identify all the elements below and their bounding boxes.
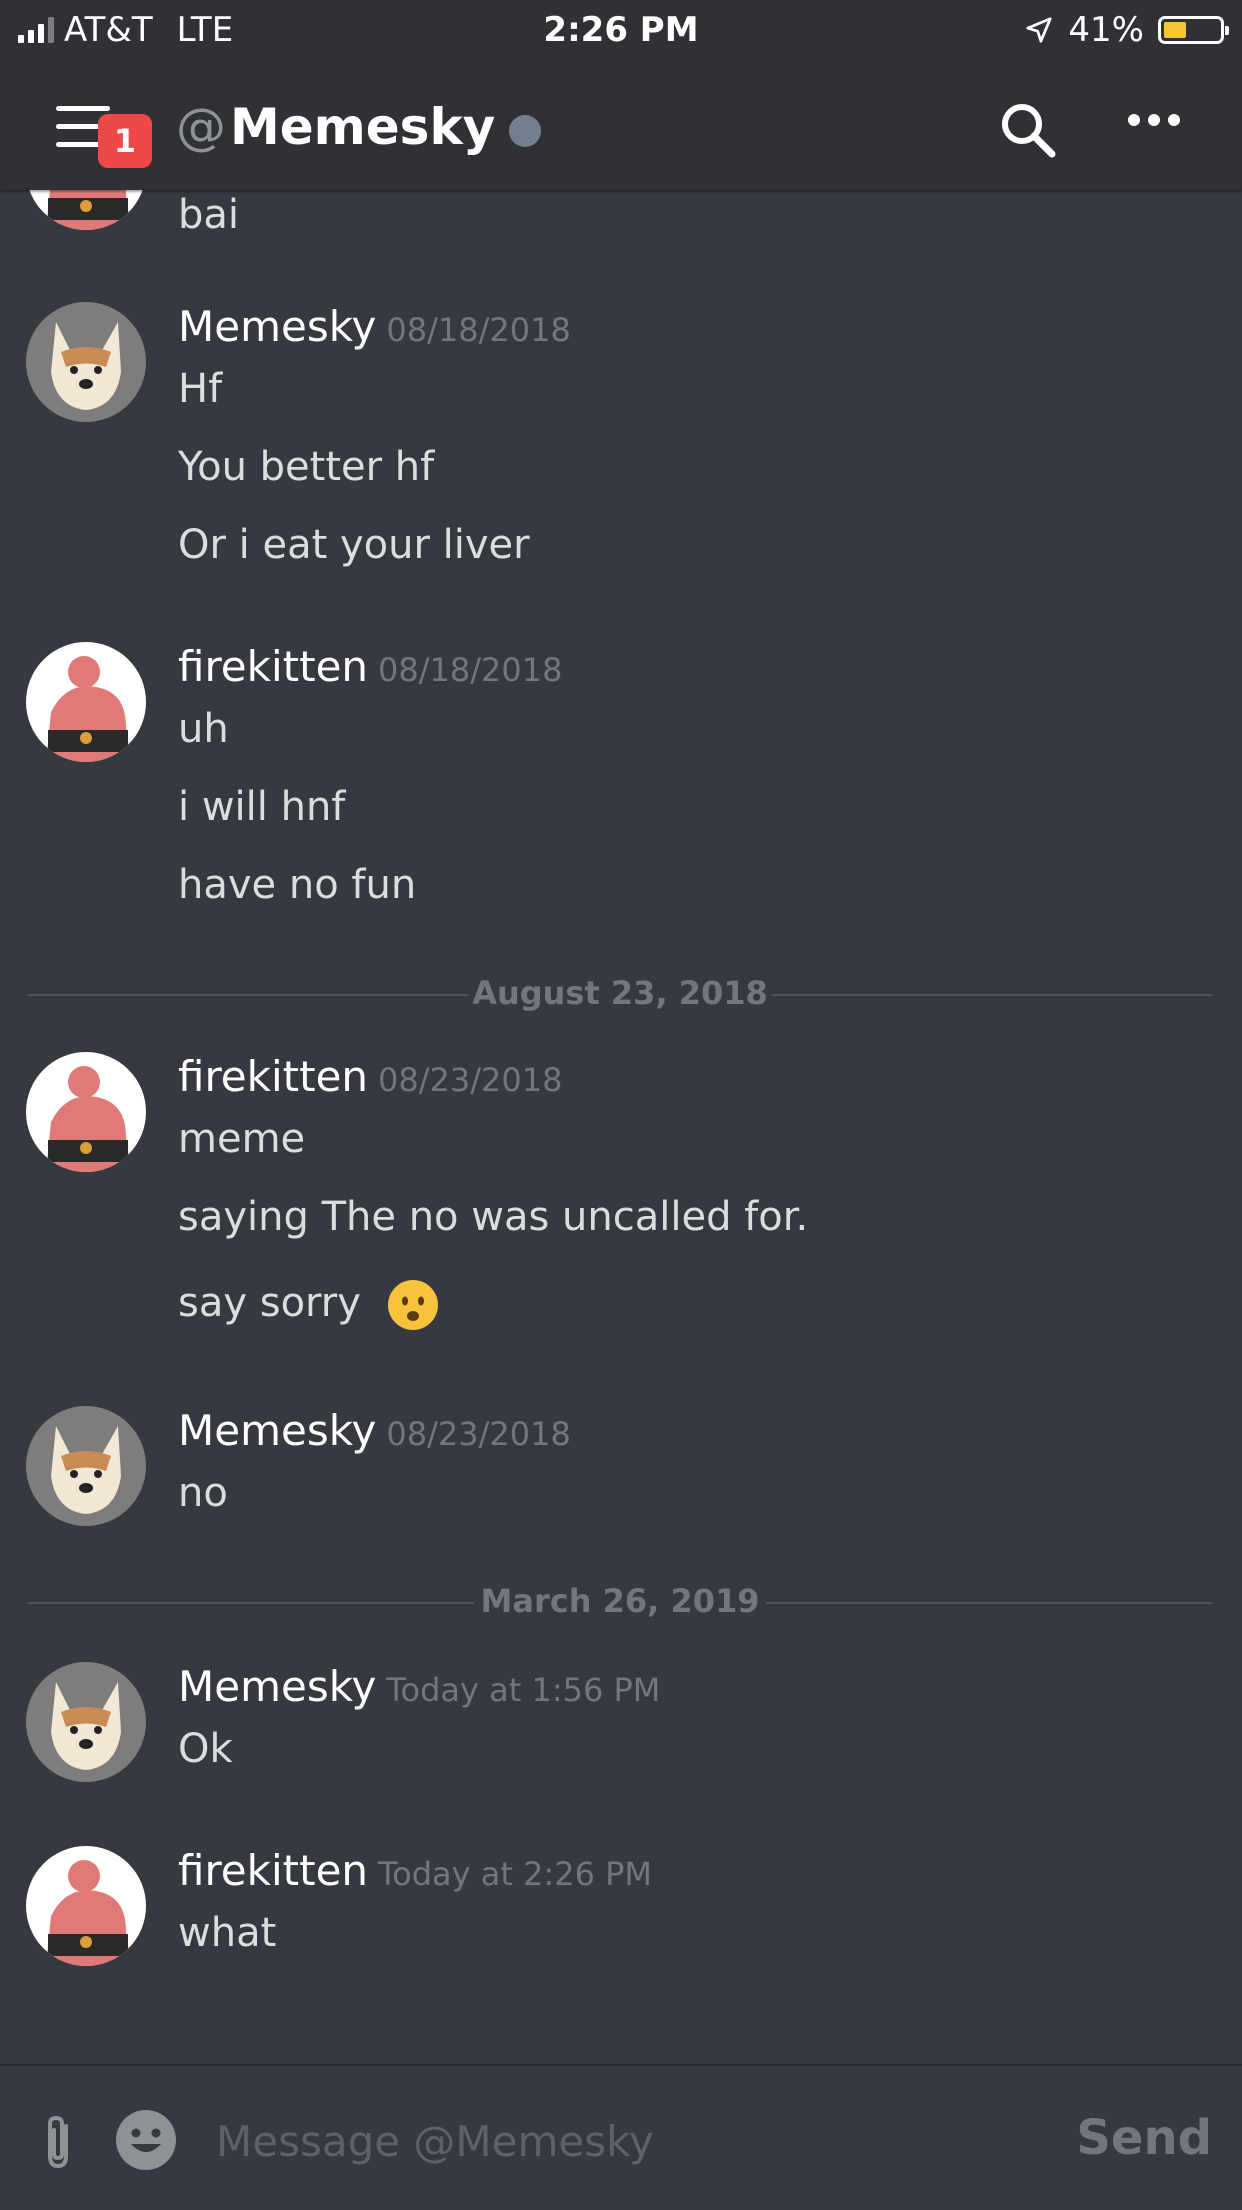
avatar-memesky[interactable] xyxy=(26,1406,146,1526)
divider-date: August 23, 2018 xyxy=(472,974,768,1012)
message-line: no xyxy=(178,1470,228,1516)
location-arrow-icon xyxy=(1026,17,1053,43)
message-timestamp: 08/18/2018 xyxy=(378,651,563,689)
message-timestamp: Today at 1:56 PM xyxy=(386,1671,661,1709)
message-timestamp: 08/23/2018 xyxy=(378,1061,563,1099)
battery-fill xyxy=(1164,22,1186,38)
message-line: i will hnf xyxy=(178,784,346,830)
channel-name: Memesky xyxy=(230,98,496,156)
at-symbol: @ xyxy=(176,98,226,156)
message-timestamp: Today at 2:26 PM xyxy=(378,1855,653,1893)
search-icon[interactable] xyxy=(996,98,1060,162)
message-line: uh xyxy=(178,706,229,752)
message-text: say sorry xyxy=(178,1280,361,1326)
author-name: firekitten xyxy=(178,1052,369,1101)
message-line: what xyxy=(178,1910,277,1956)
unread-badge: 1 xyxy=(98,114,152,168)
author-name: Memesky xyxy=(178,302,377,351)
avatar-firekitten[interactable] xyxy=(26,190,146,230)
avatar-firekitten[interactable] xyxy=(26,1052,146,1172)
message-timestamp: 08/23/2018 xyxy=(386,1415,571,1453)
status-right-group: 41% xyxy=(1024,10,1229,50)
message-line-with-emoji: say sorry xyxy=(178,1278,440,1332)
date-divider: March 26, 2019 xyxy=(28,1582,1212,1622)
more-icon[interactable] xyxy=(1128,114,1180,126)
message-line: Hf xyxy=(178,366,223,412)
message-author[interactable]: firekitten 08/18/2018 xyxy=(178,642,562,691)
avatar-firekitten[interactable] xyxy=(26,1846,146,1966)
avatar-memesky[interactable] xyxy=(26,1662,146,1782)
divider-date: March 26, 2019 xyxy=(480,1582,760,1620)
message-line: You better hf xyxy=(178,444,435,490)
author-name: firekitten xyxy=(178,642,369,691)
channel-header: 1 @ Memesky xyxy=(0,62,1242,190)
send-button[interactable]: Send xyxy=(1076,2110,1212,2166)
message-line: have no fun xyxy=(178,862,417,908)
message-line: Ok xyxy=(178,1726,233,1772)
author-name: firekitten xyxy=(178,1846,369,1895)
status-indicator xyxy=(509,115,542,147)
message-composer: Send xyxy=(0,2064,1242,2210)
avatar-firekitten[interactable] xyxy=(26,642,146,762)
channel-title[interactable]: @ Memesky xyxy=(176,98,542,156)
message-line: bai xyxy=(178,192,240,238)
message-author[interactable]: Memesky Today at 1:56 PM xyxy=(178,1662,660,1711)
message-list: bai Memesky 08/18/2018 Hf You better hf O… xyxy=(0,190,1242,2064)
message-author[interactable]: firekitten Today at 2:26 PM xyxy=(178,1846,652,1895)
message-author[interactable]: firekitten 08/23/2018 xyxy=(178,1052,562,1101)
battery-icon xyxy=(1158,16,1229,44)
message-line: meme xyxy=(178,1116,306,1162)
date-divider: August 23, 2018 xyxy=(28,974,1212,1014)
message-line: Or i eat your liver xyxy=(178,522,530,568)
message-line: saying The no was uncalled for. xyxy=(178,1194,809,1240)
message-timestamp: 08/18/2018 xyxy=(386,311,571,349)
attach-icon[interactable] xyxy=(30,2112,86,2172)
message-author[interactable]: Memesky 08/18/2018 xyxy=(178,302,571,351)
message-input[interactable] xyxy=(214,2104,1048,2178)
battery-percent: 41% xyxy=(1068,10,1144,50)
author-name: Memesky xyxy=(178,1662,377,1711)
message-author[interactable]: Memesky 08/23/2018 xyxy=(178,1406,571,1455)
author-name: Memesky xyxy=(178,1406,377,1455)
emoji-icon[interactable] xyxy=(114,2108,178,2172)
status-bar: AT&T LTE 2:26 PM 41% xyxy=(0,0,1242,62)
avatar-memesky[interactable] xyxy=(26,302,146,422)
frowning-emoji-icon xyxy=(387,1280,438,1330)
